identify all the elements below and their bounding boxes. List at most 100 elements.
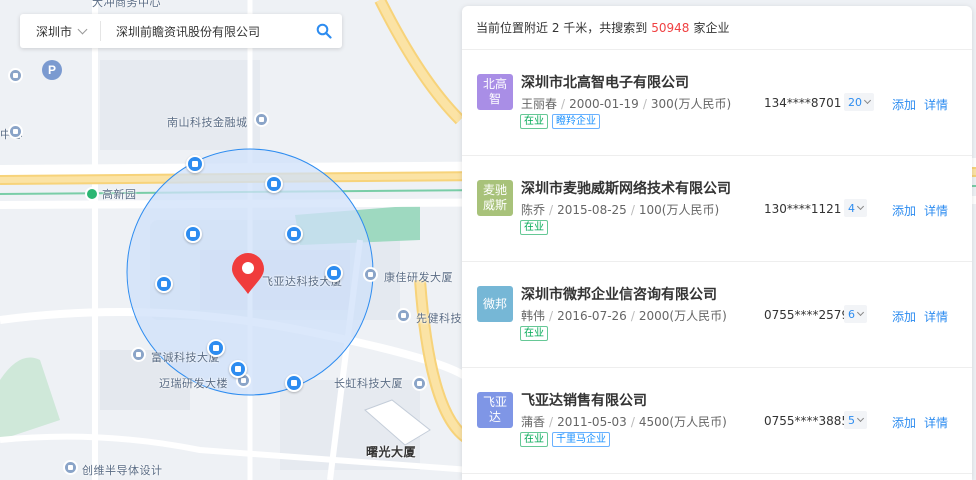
phone-count-value: 5 (848, 413, 855, 427)
phone-count-dropdown[interactable]: 4 (844, 199, 867, 217)
map-label-nanshan-finance: 南山科技金融城 (167, 116, 248, 129)
company-name[interactable]: 飞亚达销售有限公司 (521, 390, 647, 410)
result-summary: 当前位置附近 2 千米，共搜索到 50948 家企业 (462, 6, 972, 50)
chevron-down-icon (856, 308, 865, 317)
company-name[interactable]: 深圳市北高智电子有限公司 (521, 72, 689, 92)
company-status-tag: 千里马企业 (552, 432, 610, 447)
company-list-item[interactable]: 北高智 深圳市北高智电子有限公司 王丽春/2000-01-19/300(万人民币… (462, 50, 972, 156)
add-button[interactable]: 添加 (892, 308, 916, 325)
separator: / (549, 203, 554, 217)
company-pin-icon[interactable] (325, 264, 343, 282)
separator: / (642, 97, 647, 111)
chevron-down-icon (856, 202, 865, 211)
add-button[interactable]: 添加 (892, 202, 916, 219)
company-list-item[interactable]: 微邦 深圳市微邦企业信咨询有限公司 韩伟/2016-07-26/2000(万人民… (462, 262, 972, 368)
company-pin-icon[interactable] (265, 175, 283, 193)
separator: / (549, 415, 554, 429)
phone-count-dropdown[interactable]: 5 (844, 411, 867, 429)
company-date: 2016-07-26 (557, 309, 627, 323)
company-pin-icon[interactable] (184, 225, 202, 243)
map-label-xianjian: 先健科技 (416, 312, 462, 325)
company-name[interactable]: 深圳市微邦企业信咨询有限公司 (521, 284, 717, 304)
map-label-gaoxinyuan: 高新园 (102, 188, 137, 201)
search-input[interactable] (116, 24, 307, 38)
company-logo-text: 飞亚达 (482, 395, 507, 424)
map-label-shuguang: 曙光大厦 (366, 445, 417, 459)
company-date: 2015-08-25 (557, 203, 627, 217)
company-tags: 在业 (520, 326, 548, 341)
current-location-marker-icon[interactable] (231, 253, 265, 295)
add-button[interactable]: 添加 (892, 414, 916, 431)
map-label-top: 大冲商务中心 (92, 0, 161, 9)
company-person: 韩伟 (521, 309, 546, 323)
chevron-down-icon (863, 96, 872, 105)
parking-icon[interactable]: P (42, 60, 62, 80)
building-poi-icon[interactable] (396, 308, 411, 323)
company-phone: 134****8701 (764, 96, 842, 110)
separator: / (630, 415, 635, 429)
company-status-tag: 在业 (520, 326, 548, 341)
company-info: 陈乔/2015-08-25/100(万人民币) (521, 201, 719, 218)
company-pin-icon[interactable] (229, 360, 247, 378)
building-poi-icon[interactable] (254, 112, 269, 127)
building-poi-icon[interactable] (63, 460, 78, 475)
map-label-changhong: 长虹科技大厦 (334, 377, 403, 390)
company-info: 蒲香/2011-05-03/4500(万人民币) (521, 413, 727, 430)
company-date: 2000-01-19 (569, 97, 639, 111)
phone-count-dropdown[interactable]: 20 (844, 93, 874, 111)
company-status-tag: 瞪羚企业 (552, 114, 600, 129)
separator: / (561, 97, 566, 111)
company-logo: 麦驰威斯 (477, 180, 513, 216)
phone-count-dropdown[interactable]: 6 (844, 305, 867, 323)
map-label-maireng: 迈瑞研发大楼 (159, 377, 228, 390)
company-capital: 2000(万人民币) (638, 309, 727, 323)
building-poi-icon[interactable] (8, 124, 23, 139)
detail-button[interactable]: 详情 (924, 96, 948, 113)
company-logo-text: 微邦 (482, 296, 507, 311)
building-poi-icon[interactable] (363, 267, 378, 282)
company-capital: 4500(万人民币) (638, 415, 727, 429)
company-pin-icon[interactable] (207, 339, 225, 357)
company-status-tag: 在业 (520, 432, 548, 447)
company-logo: 飞亚达 (477, 392, 513, 428)
company-person: 蒲香 (521, 415, 546, 429)
map-label-kangjia: 康佳研发大厦 (384, 271, 453, 284)
company-logo-text: 北高智 (482, 77, 507, 106)
building-poi-icon[interactable] (131, 347, 146, 362)
detail-button[interactable]: 详情 (924, 308, 948, 325)
building-poi-icon[interactable] (412, 376, 427, 391)
company-list: 北高智 深圳市北高智电子有限公司 王丽春/2000-01-19/300(万人民币… (462, 50, 972, 474)
company-tags: 在业 千里马企业 (520, 432, 610, 447)
company-phone: 130****1121 (764, 202, 842, 216)
separator: / (630, 203, 635, 217)
company-list-item[interactable]: 飞亚达 飞亚达销售有限公司 蒲香/2011-05-03/4500(万人民币) 在… (462, 368, 972, 474)
company-logo: 微邦 (477, 286, 513, 322)
company-phone: 0755****3885 (764, 414, 850, 428)
city-select[interactable]: 深圳市 (20, 21, 102, 41)
chevron-down-icon (856, 414, 865, 423)
search-bar: 深圳市 (20, 14, 342, 48)
chevron-down-icon (77, 24, 88, 34)
add-button[interactable]: 添加 (892, 96, 916, 113)
separator: / (630, 309, 635, 323)
company-info: 王丽春/2000-01-19/300(万人民币) (521, 95, 731, 112)
company-list-item[interactable]: 麦驰威斯 深圳市麦驰威斯网络技术有限公司 陈乔/2015-08-25/100(万… (462, 156, 972, 262)
detail-button[interactable]: 详情 (924, 202, 948, 219)
company-name[interactable]: 深圳市麦驰威斯网络技术有限公司 (521, 178, 731, 198)
detail-button[interactable]: 详情 (924, 414, 948, 431)
company-pin-icon[interactable] (285, 225, 303, 243)
company-logo-text: 麦驰威斯 (482, 183, 507, 212)
company-phone: 0755****2579 (764, 308, 850, 322)
phone-count-value: 6 (848, 307, 855, 321)
company-pin-icon[interactable] (186, 155, 204, 173)
company-date: 2011-05-03 (557, 415, 627, 429)
result-summary-suffix: 家企业 (693, 21, 730, 35)
company-person: 王丽春 (521, 97, 558, 111)
map-label-chuangwei: 创维半导体设计 (82, 464, 163, 477)
building-poi-icon[interactable] (8, 68, 23, 83)
metro-station-icon[interactable] (85, 187, 99, 201)
company-pin-icon[interactable] (285, 374, 303, 392)
phone-count-value: 4 (848, 201, 855, 215)
company-pin-icon[interactable] (155, 275, 173, 293)
search-icon[interactable] (316, 23, 332, 39)
